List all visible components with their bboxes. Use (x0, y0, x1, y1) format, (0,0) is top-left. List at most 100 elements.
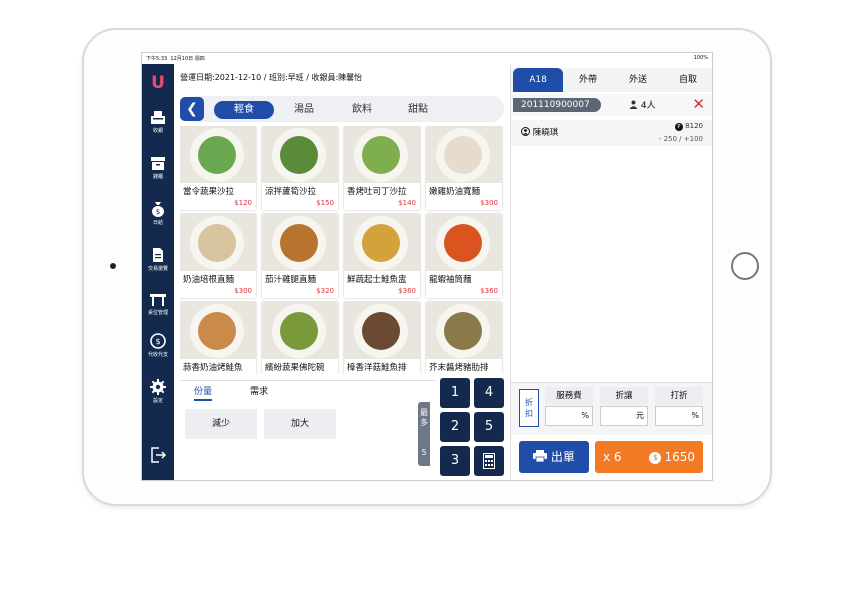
sidebar-item-cashier[interactable]: 收銀 (142, 108, 174, 134)
people-count-value: 4人 (640, 101, 656, 111)
document-icon (153, 248, 163, 262)
menu-item-card[interactable]: 蒜香奶油烤鮭魚 (180, 302, 256, 374)
member-row[interactable]: 陳曉琪 P 8120 - 250 / +100 (511, 120, 712, 146)
pos-screen: 下午5:33 12月10日 週四 100% U 收銀 錢櫃 $ 日結 交易瀏覽 … (141, 52, 713, 481)
percent-discount-field: 打折 % (655, 387, 703, 429)
max-quantity-button[interactable]: 最多 5 (418, 402, 430, 466)
numpad-key-4[interactable]: 4 (474, 378, 504, 408)
menu-item-card[interactable]: 奶油培根直麵 $300 (180, 214, 256, 298)
dish-name: 繽紛蔬果佛陀碗 (265, 363, 325, 373)
tab-table-a18[interactable]: A18 (513, 68, 563, 92)
allowance-input[interactable]: 元 (600, 406, 648, 426)
numpad-key-2[interactable]: 2 (440, 412, 470, 442)
sidebar-item-transactions[interactable]: 交易瀏覽 (142, 246, 174, 272)
dish-price: $120 (234, 199, 252, 207)
menu-item-card[interactable]: 樟香洋菇鮭魚排 (344, 302, 420, 374)
menu-item-card[interactable]: 芥末醬烤豬肋排 (426, 302, 502, 374)
printer-icon (533, 450, 548, 463)
dish-name: 樟香洋菇鮭魚排 (347, 363, 407, 373)
dish-name: 芥末醬烤豬肋排 (429, 363, 489, 373)
checkout-button[interactable]: x 6 $1650 (595, 441, 703, 473)
tab-pickup[interactable]: 自取 (663, 68, 712, 92)
menu-grid: 當令蔬果沙拉 $120 涼拌蘆筍沙拉 $150 香烤吐司丁沙拉 $140 嫩雞奶油寬麵 $30… (180, 126, 504, 374)
dish-image (426, 214, 502, 271)
dish-photo (444, 312, 482, 350)
dish-photo (362, 136, 400, 174)
calculator-icon (483, 452, 495, 469)
dish-image (426, 126, 502, 183)
table-icon (150, 294, 166, 306)
main-panel: 營運日期:2021-12-10 / 班別:早班 / 收銀員:陳馨怡 ❮ 輕食 湯… (174, 64, 510, 480)
option-tab-request[interactable]: 需求 (250, 384, 268, 397)
category-tab-light-meal[interactable]: 輕食 (214, 101, 274, 119)
numpad-key-3[interactable]: 3 (440, 446, 470, 476)
increase-button[interactable]: 加大 (264, 409, 336, 439)
service-fee-label: 服務費 (545, 387, 593, 405)
people-count[interactable]: 4人 (629, 98, 656, 111)
sidebar-item-daily-close[interactable]: $ 日結 (142, 200, 174, 226)
dish-photo (444, 136, 482, 174)
option-tab-portion[interactable]: 份量 (194, 384, 213, 401)
dish-image (344, 214, 420, 271)
tablet-camera (110, 263, 116, 269)
dish-image (180, 302, 256, 359)
dish-price: $300 (234, 287, 252, 295)
decrease-button[interactable]: 減少 (185, 409, 257, 439)
discount-button[interactable]: 折扣 (519, 389, 539, 427)
dish-price: $360 (398, 287, 416, 295)
status-bar: 下午5:33 12月10日 週四 100% (142, 53, 712, 64)
tablet-home-button[interactable] (731, 252, 759, 280)
category-tab-drinks[interactable]: 飲料 (332, 101, 392, 119)
menu-item-card[interactable]: 嫩雞奶油寬麵 $300 (426, 126, 502, 210)
dish-name: 龍蝦袖筒麵 (429, 275, 472, 285)
dish-image (262, 302, 338, 359)
category-tab-dessert[interactable]: 甜點 (388, 101, 448, 119)
dish-photo (280, 312, 318, 350)
status-time: 下午5:33 (146, 56, 168, 62)
sidebar-item-collect-pay[interactable]: $ 代收代支 (142, 332, 174, 358)
menu-item-card[interactable]: 涼拌蘆筍沙拉 $150 (262, 126, 338, 210)
dollar-coin-icon: $ (649, 451, 662, 464)
logout-icon (151, 447, 167, 463)
sidebar-item-label: 代收代支 (147, 352, 168, 358)
member-name: 陳曉琪 (532, 128, 559, 138)
options-panel: 份量 需求 減少 加大 (180, 380, 436, 477)
discount-button-label: 折扣 (525, 398, 533, 418)
dish-name: 茄汁雞腿直麵 (265, 275, 317, 285)
tab-takeout[interactable]: 外帶 (563, 68, 613, 92)
close-icon[interactable]: ✕ (692, 95, 705, 113)
sidebar-item-label: 桌位管理 (147, 310, 168, 316)
menu-item-card[interactable]: 繽紛蔬果佛陀碗 (262, 302, 338, 374)
numpad-key-5[interactable]: 5 (474, 412, 504, 442)
sidebar-item-drawer[interactable]: 錢櫃 (142, 154, 174, 180)
sidebar-item-label: 錢櫃 (152, 174, 163, 180)
menu-item-card[interactable]: 鮮蔬起士鮭魚盅 $360 (344, 214, 420, 298)
back-button[interactable]: ❮ (180, 97, 204, 121)
gear-icon (150, 379, 166, 395)
menu-item-card[interactable]: 當令蔬果沙拉 $120 (180, 126, 256, 210)
category-tab-soup[interactable]: 湯品 (274, 101, 334, 119)
dish-photo (280, 224, 318, 262)
menu-item-card[interactable]: 龍蝦袖筒麵 $360 (426, 214, 502, 298)
sidebar-item-label: 收銀 (152, 128, 163, 134)
service-fee-input[interactable]: % (545, 406, 593, 426)
sidebar-item-tables[interactable]: 桌位管理 (142, 290, 174, 316)
max-label: 最多 (420, 408, 428, 427)
sidebar-item-label: 日結 (152, 220, 163, 226)
numpad-key-1[interactable]: 1 (440, 378, 470, 408)
status-battery: 100% (693, 55, 708, 61)
dish-image (180, 126, 256, 183)
dish-price: $320 (316, 287, 334, 295)
print-order-button[interactable]: 出單 (519, 441, 589, 473)
menu-item-card[interactable]: 茄汁雞腿直麵 $320 (262, 214, 338, 298)
numpad: 1 4 2 5 3 (440, 378, 510, 478)
order-total: 1650 (664, 450, 695, 464)
menu-item-card[interactable]: 香烤吐司丁沙拉 $140 (344, 126, 420, 210)
calculator-button[interactable] (474, 446, 504, 476)
sidebar-item-settings[interactable]: 設定 (142, 378, 174, 404)
points-change: - 250 / +100 (658, 135, 703, 143)
percent-discount-input[interactable]: % (655, 406, 703, 426)
dish-photo (362, 312, 400, 350)
logout-button[interactable] (142, 446, 174, 464)
tab-delivery[interactable]: 外送 (613, 68, 663, 92)
